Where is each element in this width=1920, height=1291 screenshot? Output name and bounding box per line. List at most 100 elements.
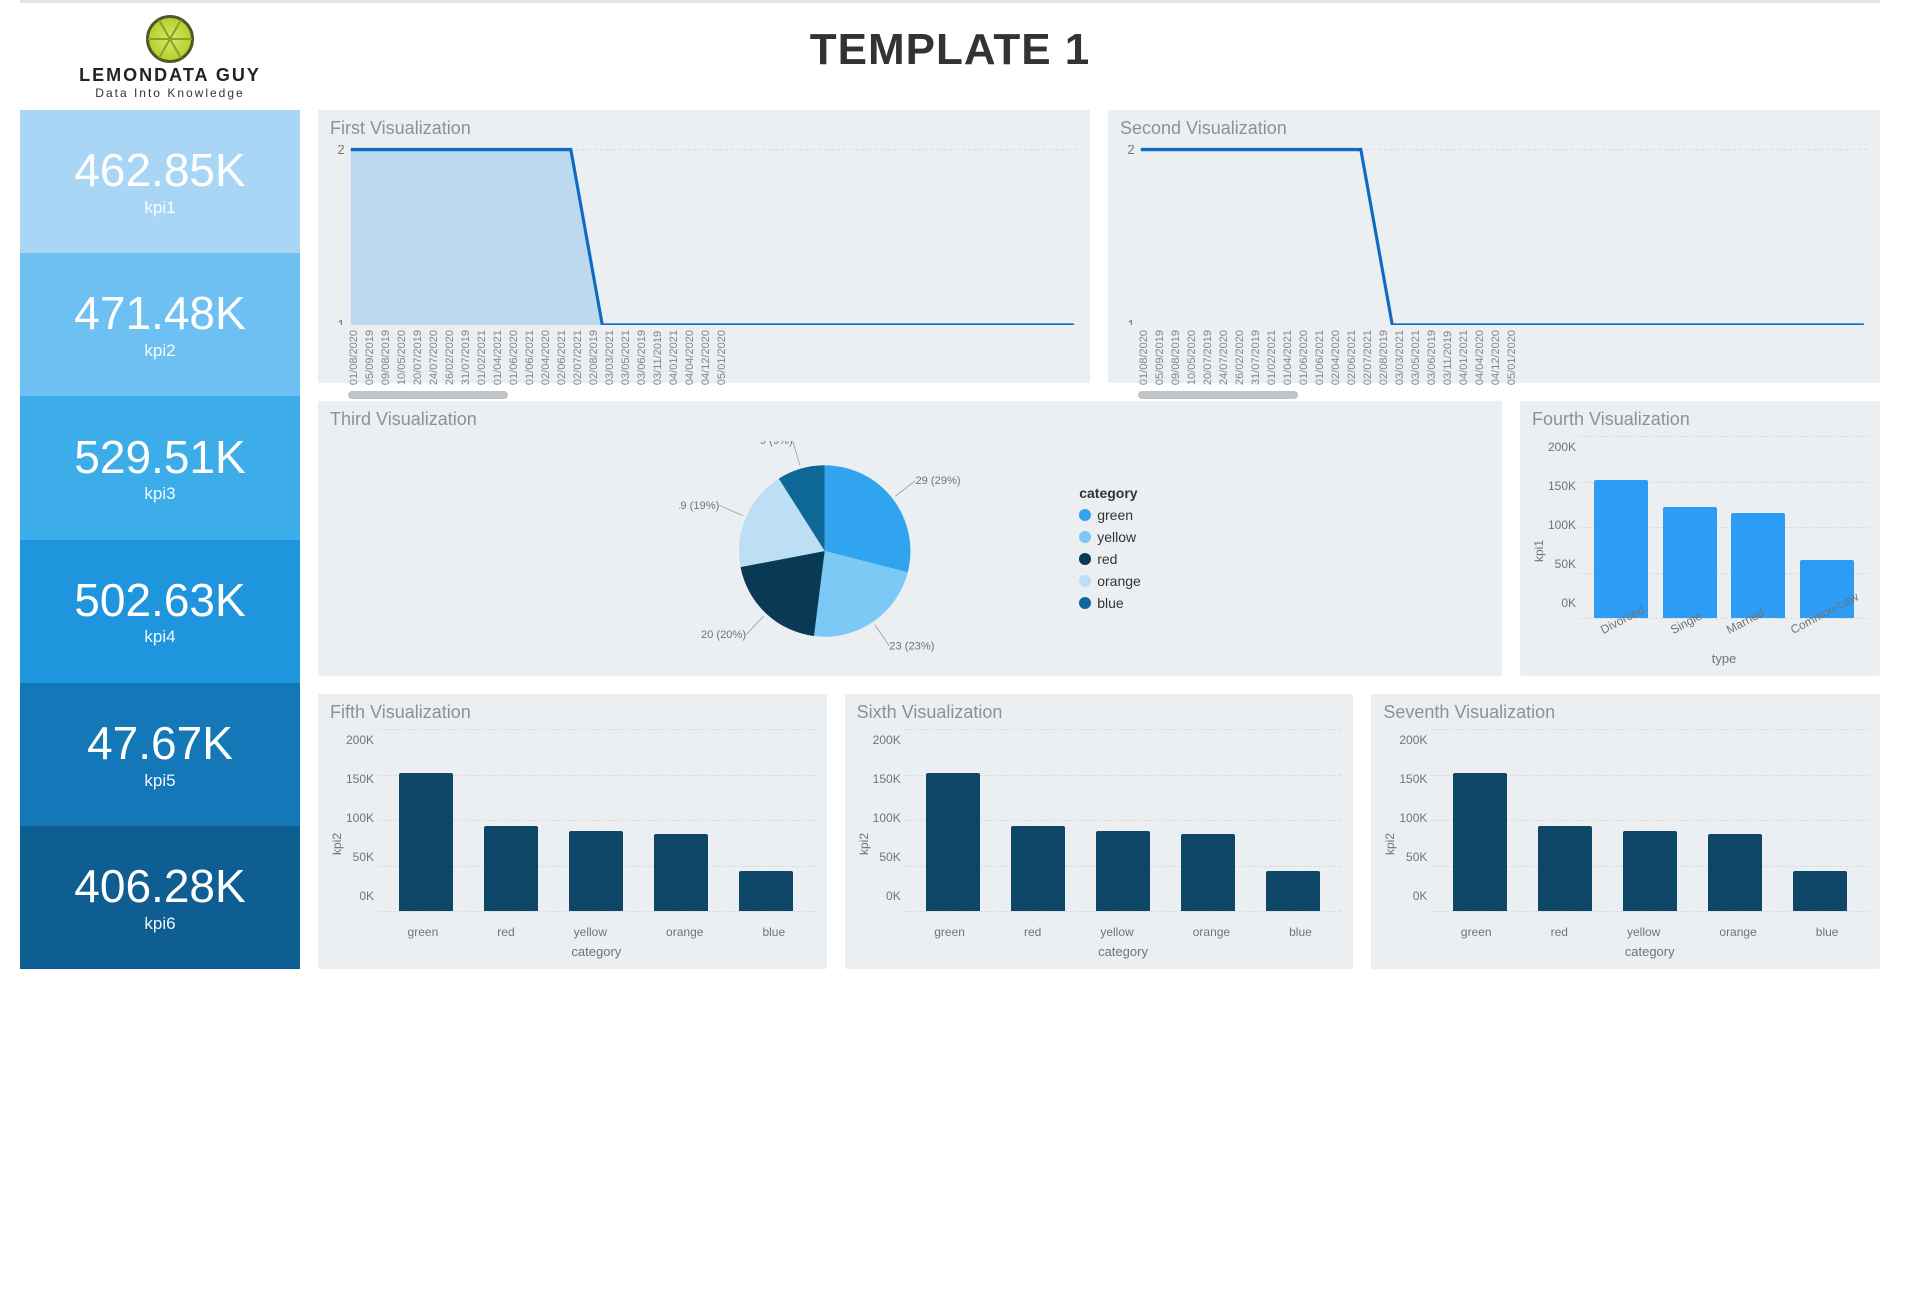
svg-text:19 (19%): 19 (19%) <box>679 500 720 512</box>
brand-block: LEMONDATA GUY Data Into Knowledge <box>20 3 320 100</box>
brand-name: LEMONDATA GUY <box>20 65 320 86</box>
legend-item-red[interactable]: red <box>1079 551 1141 567</box>
bar-Married[interactable] <box>1731 513 1785 618</box>
page-title: TEMPLATE 1 <box>810 25 1091 75</box>
svg-text:20 (20%): 20 (20%) <box>701 629 746 641</box>
kpi-column: 462.85Kkpi1471.48Kkpi2529.51Kkpi3502.63K… <box>20 110 300 969</box>
kpi-value: 462.85K <box>74 145 245 196</box>
y-axis-ticks: 200K150K100K50K0K <box>1399 733 1431 903</box>
y-axis-ticks: 200K150K100K50K0K <box>1548 440 1580 610</box>
y-axis-label: kpi2 <box>857 833 871 855</box>
panel-fifth-viz: Fifth Visualization kpi2200K150K100K50K0… <box>318 694 827 969</box>
svg-text:1: 1 <box>1128 317 1135 325</box>
panel-third-viz: Third Visualization 29 (29%)23 (23%)20 (… <box>318 401 1502 676</box>
bar-blue[interactable] <box>1266 871 1320 911</box>
legend-item-yellow[interactable]: yellow <box>1079 529 1141 545</box>
kpi-label: kpi6 <box>144 914 175 934</box>
bar-blue[interactable] <box>739 871 793 911</box>
legend-swatch-icon <box>1079 553 1091 565</box>
svg-text:9 (9%): 9 (9%) <box>760 441 793 447</box>
horizontal-scrollbar[interactable] <box>348 391 508 399</box>
legend-label: blue <box>1097 595 1123 611</box>
fourth-visualization-chart[interactable]: kpi1200K150K100K50K0KDivorcedSingleMarri… <box>1532 436 1868 666</box>
kpi-card-kpi4[interactable]: 502.63Kkpi4 <box>20 540 300 683</box>
lemon-logo-icon <box>146 15 194 63</box>
seventh-visualization-chart[interactable]: kpi2200K150K100K50K0Kgreenredyelloworang… <box>1383 729 1868 959</box>
legend-title: category <box>1079 485 1141 501</box>
panel-title: Sixth Visualization <box>857 702 1342 723</box>
legend-label: orange <box>1097 573 1141 589</box>
bar-red[interactable] <box>1538 826 1592 911</box>
kpi-value: 529.51K <box>74 432 245 483</box>
x-axis-label: category <box>378 944 815 959</box>
panel-sixth-viz: Sixth Visualization kpi2200K150K100K50K0… <box>845 694 1354 969</box>
sixth-visualization-chart[interactable]: kpi2200K150K100K50K0Kgreenredyelloworang… <box>857 729 1342 959</box>
panel-fourth-viz: Fourth Visualization kpi1200K150K100K50K… <box>1520 401 1880 676</box>
x-axis-ticks: greenredyelloworangeblue <box>378 925 815 939</box>
kpi-card-kpi6[interactable]: 406.28Kkpi6 <box>20 826 300 969</box>
y-axis-label: kpi2 <box>330 833 344 855</box>
bar-yellow[interactable] <box>1623 831 1677 911</box>
plot-area: DivorcedSingleMarriedCommon-Law type <box>1580 436 1868 666</box>
fifth-visualization-chart[interactable]: kpi2200K150K100K50K0Kgreenredyelloworang… <box>330 729 815 959</box>
horizontal-scrollbar[interactable] <box>1138 391 1298 399</box>
plot-area: greenredyelloworangeblue category <box>378 729 815 959</box>
bar-green[interactable] <box>399 773 453 911</box>
legend-item-green[interactable]: green <box>1079 507 1141 523</box>
x-axis-label: type <box>1580 651 1868 666</box>
bar-Single[interactable] <box>1663 507 1717 618</box>
svg-text:23 (23%): 23 (23%) <box>889 640 934 652</box>
third-visualization-chart[interactable]: 29 (29%)23 (23%)20 (20%)19 (19%)9 (9%)ca… <box>330 436 1490 666</box>
kpi-value: 471.48K <box>74 288 245 339</box>
kpi-label: kpi2 <box>144 341 175 361</box>
legend-swatch-icon <box>1079 509 1091 521</box>
bar-green[interactable] <box>1453 773 1507 911</box>
row-bottom-bars: Fifth Visualization kpi2200K150K100K50K0… <box>318 694 1880 969</box>
x-axis-ticks: 01/08/202005/09/201909/08/201910/05/2020… <box>330 330 1078 385</box>
bar-Divorced[interactable] <box>1594 480 1648 618</box>
panel-title: First Visualization <box>330 118 1078 139</box>
brand-tagline: Data Into Knowledge <box>20 86 320 100</box>
row-line-charts: First Visualization 1201/08/202005/09/20… <box>318 110 1880 383</box>
legend-label: yellow <box>1097 529 1136 545</box>
charts-column: First Visualization 1201/08/202005/09/20… <box>318 110 1880 969</box>
dashboard: 462.85Kkpi1471.48Kkpi2529.51Kkpi3502.63K… <box>20 110 1880 969</box>
panel-seventh-viz: Seventh Visualization kpi2200K150K100K50… <box>1371 694 1880 969</box>
plot-area: greenredyelloworangebluecategory <box>905 729 1342 959</box>
legend-label: green <box>1097 507 1133 523</box>
pie-legend: category green yellow red orange blue <box>1079 485 1141 617</box>
panel-second-viz: Second Visualization 1 2 01/08/202005/09/2… <box>1108 110 1880 383</box>
kpi-card-kpi2[interactable]: 471.48Kkpi2 <box>20 253 300 396</box>
y-axis-ticks: 200K150K100K50K0K <box>346 733 378 903</box>
first-visualization-chart[interactable]: 1201/08/202005/09/201909/08/201910/05/20… <box>330 145 1078 373</box>
legend-item-blue[interactable]: blue <box>1079 595 1141 611</box>
svg-text:2: 2 <box>338 145 345 157</box>
panel-title: Third Visualization <box>330 409 1490 430</box>
legend-item-orange[interactable]: orange <box>1079 573 1141 589</box>
legend-swatch-icon <box>1079 531 1091 543</box>
legend-label: red <box>1097 551 1117 567</box>
legend-swatch-icon <box>1079 575 1091 587</box>
kpi-card-kpi5[interactable]: 47.67Kkpi5 <box>20 683 300 826</box>
bar-red[interactable] <box>1011 826 1065 911</box>
y-axis-label: kpi1 <box>1532 540 1546 562</box>
svg-text:2: 2 <box>1128 145 1135 157</box>
kpi-value: 47.67K <box>87 718 233 769</box>
panel-title: Second Visualization <box>1120 118 1868 139</box>
bar-yellow[interactable] <box>569 831 623 911</box>
bar-blue[interactable] <box>1793 871 1847 911</box>
x-axis-ticks: 01/08/202005/09/201909/08/201910/05/2020… <box>1120 330 1868 385</box>
bar-orange[interactable] <box>1181 834 1235 911</box>
kpi-label: kpi3 <box>144 484 175 504</box>
kpi-card-kpi3[interactable]: 529.51Kkpi3 <box>20 396 300 539</box>
bar-orange[interactable] <box>1708 834 1762 911</box>
kpi-card-kpi1[interactable]: 462.85Kkpi1 <box>20 110 300 253</box>
x-axis-ticks: greenredyelloworangeblue <box>905 925 1342 939</box>
second-visualization-chart[interactable]: 1201/08/202005/09/201909/08/201910/05/20… <box>1120 145 1868 373</box>
bar-red[interactable] <box>484 826 538 911</box>
kpi-label: kpi1 <box>144 198 175 218</box>
bar-green[interactable] <box>926 773 980 911</box>
x-axis-ticks: DivorcedSingleMarriedCommon-Law <box>1580 632 1868 646</box>
bar-yellow[interactable] <box>1096 831 1150 911</box>
bar-orange[interactable] <box>654 834 708 911</box>
